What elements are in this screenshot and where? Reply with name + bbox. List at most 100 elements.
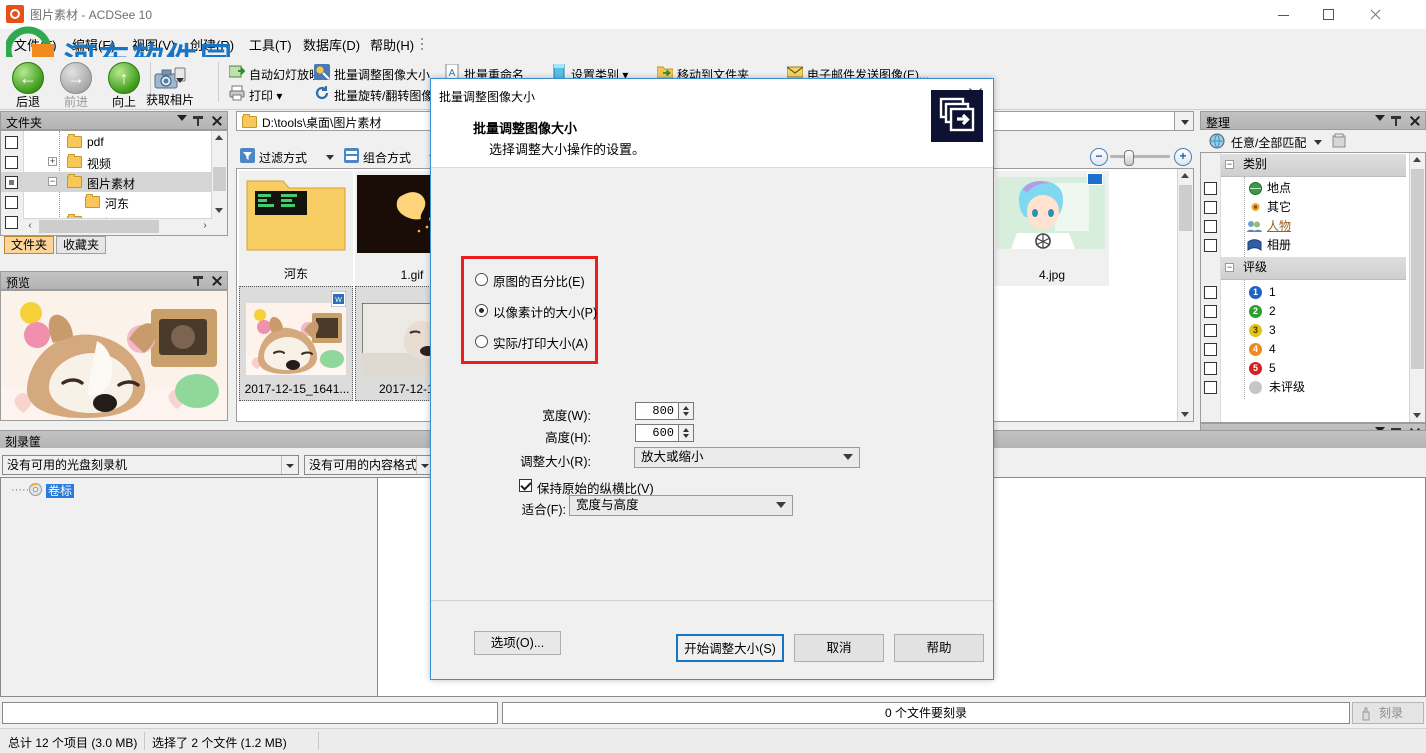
menu-item-edit[interactable]: 编辑(E): [68, 34, 119, 55]
scroll-up-icon[interactable]: [1413, 157, 1421, 162]
organize-item[interactable]: 其它: [1201, 198, 1425, 217]
category-checkbox[interactable]: [1204, 201, 1217, 214]
rating-checkbox[interactable]: [1204, 381, 1217, 394]
radio-print-label[interactable]: 实际/打印大小(A): [493, 333, 588, 352]
aspect-ratio-checkbox[interactable]: [519, 479, 532, 492]
width-input[interactable]: 800: [635, 402, 679, 420]
organize-rating-item[interactable]: 5 5: [1201, 359, 1425, 378]
scroll-right-icon[interactable]: ›: [198, 219, 212, 234]
thumbnail-zoom-slider[interactable]: − +: [1090, 148, 1192, 166]
rating-checkbox[interactable]: [1204, 362, 1217, 375]
print-button[interactable]: 打印 ▾: [249, 87, 282, 104]
expand-icon[interactable]: +: [48, 157, 57, 166]
organize-panel-close-icon[interactable]: [1409, 115, 1420, 126]
scroll-thumb[interactable]: [1179, 185, 1192, 231]
burn-button[interactable]: 刻录: [1352, 702, 1424, 724]
start-resize-button[interactable]: 开始调整大小(S): [676, 634, 784, 662]
folder-checkbox[interactable]: [5, 176, 18, 190]
back-button[interactable]: ← 后退: [2, 62, 54, 110]
radio-pixels-label[interactable]: 以像素计的大小(P): [493, 302, 597, 321]
tree-row-images-selected[interactable]: − 图片素材: [1, 172, 227, 192]
thumbnail-item[interactable]: 4.jpg: [995, 171, 1109, 286]
options-button[interactable]: 选项(O)...: [474, 631, 561, 655]
batch-rotate-button[interactable]: 批量旋转/翻转图像: [334, 87, 433, 104]
category-checkbox[interactable]: [1204, 220, 1217, 233]
folder-checkbox[interactable]: [5, 196, 18, 210]
folder-checkbox[interactable]: [5, 136, 18, 150]
maximize-button[interactable]: [1306, 0, 1352, 29]
help-button[interactable]: 帮助: [894, 634, 984, 662]
menu-item-tools[interactable]: 工具(T): [245, 34, 296, 55]
acquire-dropdown-icon[interactable]: [176, 78, 184, 83]
height-input[interactable]: 600: [635, 424, 679, 442]
burn-format-select[interactable]: 没有可用的内容格式: [304, 455, 434, 475]
resize-mode-select[interactable]: 放大或缩小: [634, 447, 860, 468]
folder-checkbox[interactable]: [5, 216, 18, 230]
folders-panel-pin-icon[interactable]: [193, 115, 204, 127]
scroll-thumb[interactable]: [213, 167, 226, 191]
height-stepper[interactable]: [679, 424, 694, 442]
minimize-button[interactable]: [1260, 0, 1306, 29]
organize-group-header[interactable]: − 类别: [1221, 154, 1406, 177]
menu-item-help[interactable]: 帮助(H): [366, 34, 418, 55]
scroll-up-icon[interactable]: [1181, 173, 1189, 178]
tree-row-hedong[interactable]: 河东: [1, 192, 227, 212]
filter-chevron-down-icon[interactable]: [326, 155, 334, 160]
radio-percent-of-original[interactable]: [475, 273, 488, 286]
scroll-down-icon[interactable]: [215, 208, 223, 213]
organize-list[interactable]: − 类别 地点 其它 人物 相册 − 评级 1 1 2 2 3 3 4 4 5 …: [1200, 152, 1426, 423]
folders-panel-menu-icon[interactable]: [177, 115, 187, 121]
tree-row-video[interactable]: + 视频: [1, 152, 227, 172]
close-button[interactable]: [1352, 0, 1398, 29]
scroll-up-icon[interactable]: [215, 135, 223, 140]
scroll-down-icon[interactable]: [1413, 413, 1421, 418]
menu-item-file[interactable]: 文件(F): [10, 34, 61, 55]
thumbnail-scrollbar[interactable]: [1177, 169, 1193, 421]
radio-actual-print-size[interactable]: [475, 335, 488, 348]
zoom-track[interactable]: [1110, 155, 1170, 158]
organize-panel-menu-icon[interactable]: [1375, 115, 1385, 121]
zoom-thumb[interactable]: [1124, 150, 1134, 166]
scroll-left-icon[interactable]: ‹: [23, 219, 37, 234]
cancel-button[interactable]: 取消: [794, 634, 884, 662]
organize-rating-item[interactable]: 2 2: [1201, 302, 1425, 321]
forward-button[interactable]: → 前进: [50, 62, 102, 110]
organize-scrollbar[interactable]: [1409, 153, 1425, 422]
organize-rating-item[interactable]: 4 4: [1201, 340, 1425, 359]
rating-checkbox[interactable]: [1204, 305, 1217, 318]
category-label[interactable]: 人物: [1267, 217, 1291, 236]
radio-percent-label[interactable]: 原图的百分比(E): [493, 271, 585, 290]
radio-size-in-pixels[interactable]: [475, 304, 488, 317]
rating-checkbox[interactable]: [1204, 343, 1217, 356]
tree-row-pdf[interactable]: pdf: [1, 132, 227, 152]
filter-button[interactable]: 过滤方式: [259, 149, 307, 166]
toolbar-grip[interactable]: [421, 38, 424, 50]
rating-checkbox[interactable]: [1204, 286, 1217, 299]
organize-rating-item[interactable]: 1 1: [1201, 283, 1425, 302]
hscroll-thumb[interactable]: [39, 220, 159, 233]
zoom-in-button[interactable]: +: [1174, 148, 1192, 166]
collapse-icon[interactable]: −: [48, 177, 57, 186]
clear-selection-icon[interactable]: [1331, 133, 1347, 149]
burn-device-select[interactable]: 没有可用的光盘刻录机: [2, 455, 299, 475]
category-checkbox[interactable]: [1204, 182, 1217, 195]
burn-volume-tree[interactable]: ······ 卷标: [0, 477, 378, 697]
folder-tree-hscrollbar[interactable]: ‹ ›: [23, 218, 212, 235]
organize-item[interactable]: 相册: [1201, 236, 1425, 255]
zoom-out-button[interactable]: −: [1090, 148, 1108, 166]
organize-panel-pin-icon[interactable]: [1391, 115, 1402, 127]
path-dropdown-button[interactable]: [1174, 111, 1194, 131]
organize-rating-item[interactable]: 未评级: [1201, 378, 1425, 397]
preview-panel-pin-icon[interactable]: [193, 275, 204, 287]
fit-select[interactable]: 宽度与高度: [569, 495, 793, 516]
thumbnail-item[interactable]: 河东: [239, 171, 353, 286]
folder-tree[interactable]: pdf + 视频 − 图片素材 河东 图: [0, 130, 228, 236]
auto-slideshow-button[interactable]: 自动幻灯放映: [249, 66, 321, 83]
menu-item-view[interactable]: 视图(V): [128, 34, 179, 55]
scroll-down-icon[interactable]: [1181, 412, 1189, 417]
match-mode-label[interactable]: 任意/全部匹配: [1231, 134, 1306, 151]
rating-checkbox[interactable]: [1204, 324, 1217, 337]
tab-folders[interactable]: 文件夹: [4, 236, 55, 254]
organize-item-people[interactable]: 人物: [1201, 217, 1425, 236]
collapse-icon[interactable]: −: [1225, 160, 1234, 169]
